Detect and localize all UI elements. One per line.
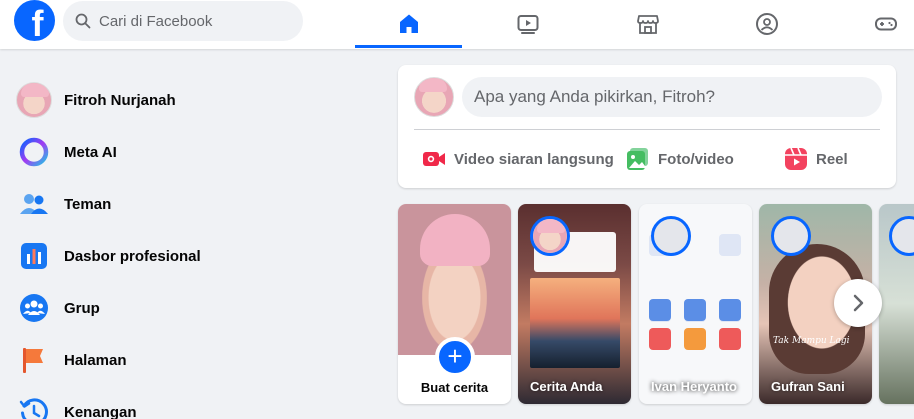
- photo-video-label: Foto/video: [658, 150, 734, 168]
- facebook-logo[interactable]: f: [14, 0, 55, 41]
- avatar: [771, 216, 811, 256]
- composer-input[interactable]: Apa yang Anda pikirkan, Fitroh?: [462, 77, 882, 117]
- story-graphic: [649, 328, 671, 350]
- search-input[interactable]: [99, 12, 299, 30]
- reel-label: Reel: [816, 150, 848, 168]
- sidebar-item-groups[interactable]: Grup: [8, 282, 348, 334]
- home-icon: [399, 14, 418, 33]
- story-graphic: [684, 328, 706, 350]
- stories-next-button[interactable]: [834, 279, 882, 327]
- gaming-icon: [874, 17, 897, 31]
- top-bar: f: [0, 0, 914, 49]
- sidebar-item-label: Grup: [64, 299, 100, 317]
- live-video-button[interactable]: Video siaran langsung: [422, 141, 614, 177]
- story-graphic: [719, 234, 741, 256]
- live-video-label: Video siaran langsung: [454, 150, 614, 168]
- sidebar-item-friends[interactable]: Teman: [8, 178, 348, 230]
- memories-clock-icon: [16, 394, 52, 419]
- sidebar-item-pages[interactable]: Halaman: [8, 334, 348, 386]
- avatar: [651, 216, 691, 256]
- tab-groups[interactable]: [713, 0, 820, 48]
- meta-ai-icon: [16, 134, 52, 170]
- story-author-name: Ivan Heryanto: [651, 379, 737, 394]
- sidebar-item-label: Kenangan: [64, 403, 137, 419]
- photo-icon: [626, 147, 650, 171]
- story-caption: Tak Mampu Lagi: [773, 336, 850, 346]
- sidebar-item-label: Meta AI: [64, 143, 117, 161]
- story-graphic: [719, 299, 741, 321]
- marketplace-icon: [636, 15, 659, 34]
- story-card[interactable]: Cerita Anda: [518, 204, 631, 404]
- friends-icon: [16, 186, 52, 222]
- plus-icon[interactable]: +: [435, 337, 475, 377]
- sidebar-item-profile[interactable]: Fitroh Nurjanah: [8, 74, 348, 126]
- create-story-label: Buat cerita: [420, 380, 489, 395]
- reel-icon: [784, 147, 808, 171]
- sidebar-item-label: Dasbor profesional: [64, 247, 201, 265]
- sidebar-item-memories[interactable]: Kenangan: [8, 386, 348, 419]
- dashboard-icon: [16, 238, 52, 274]
- story-graphic: [649, 299, 671, 321]
- tab-marketplace[interactable]: [594, 0, 701, 48]
- sidebar-item-label: Fitroh Nurjanah: [64, 91, 176, 109]
- post-composer: Apa yang Anda pikirkan, Fitroh? Video si…: [398, 65, 896, 188]
- sidebar-item-meta-ai[interactable]: Meta AI: [8, 126, 348, 178]
- avatar: [530, 216, 570, 256]
- avatar[interactable]: [414, 77, 454, 117]
- profile-avatar: [16, 82, 52, 118]
- story-photo: [398, 204, 511, 355]
- tab-video[interactable]: [474, 0, 581, 48]
- story-author-name: Cerita Anda: [530, 379, 603, 394]
- search-box[interactable]: [63, 1, 303, 41]
- divider: [414, 129, 880, 130]
- sidebar-item-dashboard[interactable]: Dasbor profesional: [8, 230, 348, 282]
- story-author-name: Gufran Sani: [771, 379, 845, 394]
- search-icon: [75, 13, 91, 29]
- sidebar-item-label: Teman: [64, 195, 112, 213]
- groups-icon: [755, 13, 778, 35]
- tab-home[interactable]: [355, 0, 462, 48]
- live-video-icon: [422, 147, 446, 171]
- sidebar-item-label: Halaman: [64, 351, 127, 369]
- story-card[interactable]: [879, 204, 914, 404]
- pages-flag-icon: [16, 342, 52, 378]
- groups-icon: [16, 290, 52, 326]
- reel-button[interactable]: Reel: [784, 141, 848, 177]
- composer-placeholder: Apa yang Anda pikirkan, Fitroh?: [474, 87, 715, 106]
- story-photo: [530, 278, 620, 368]
- tab-gaming[interactable]: [832, 0, 914, 48]
- video-icon: [517, 15, 538, 34]
- story-graphic: [684, 299, 706, 321]
- chevron-right-icon: [853, 294, 864, 312]
- story-card[interactable]: Ivan Heryanto: [639, 204, 752, 404]
- story-graphic: [719, 328, 741, 350]
- avatar: [889, 216, 914, 256]
- create-story-card[interactable]: + Buat cerita: [398, 204, 511, 404]
- photo-video-button[interactable]: Foto/video: [626, 141, 734, 177]
